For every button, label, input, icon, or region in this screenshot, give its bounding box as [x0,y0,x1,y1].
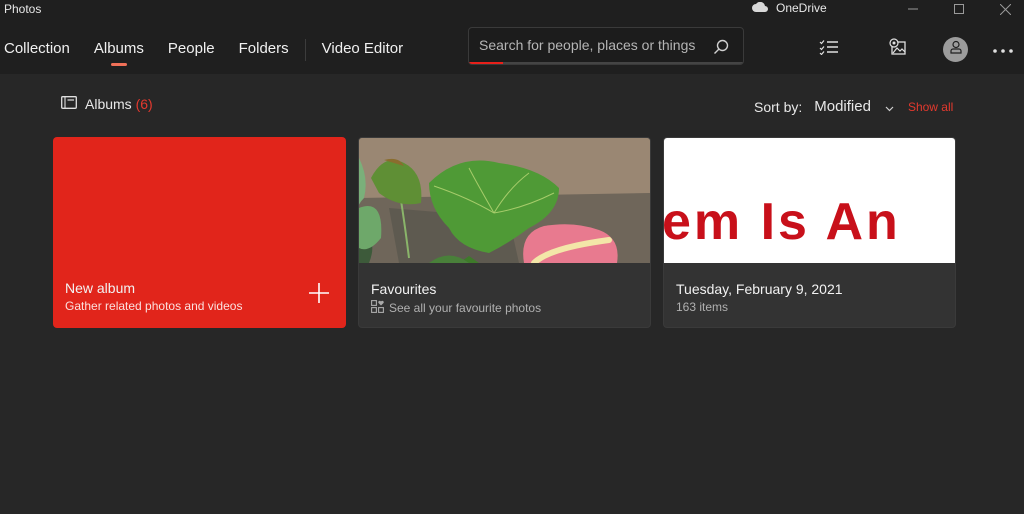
search-input[interactable] [479,37,709,53]
select-button[interactable] [814,34,844,64]
search-loading-bar [469,62,743,64]
thumbnail-text: em Is An [664,193,901,251]
import-button[interactable] [883,34,913,64]
tab-albums[interactable]: Albums [82,36,156,66]
minimize-button[interactable] [890,0,936,18]
album-thumbnail: em Is An [664,138,955,263]
checklist-icon [819,39,839,60]
date-album-card[interactable]: em Is An Tuesday, February 9, 2021 163 i… [663,137,956,328]
cloud-icon [752,1,768,15]
favourites-icon [371,300,384,316]
favourites-album-card[interactable]: Favourites See all your favourite photos [358,137,651,328]
app-title: Photos [4,2,42,16]
album-icon [61,96,77,112]
maximize-button[interactable] [936,0,982,18]
more-options-button[interactable] [988,34,1018,64]
main-nav: Collection Albums People Folders Video E… [0,36,415,66]
section-title: Albums (6) [85,96,153,112]
card-subtitle: Gather related photos and videos [65,299,243,313]
item-count: 163 items [676,300,729,314]
album-thumbnail [359,138,650,263]
sort-label: Sort by: [754,98,803,115]
onedrive-label: OneDrive [776,1,827,15]
close-button[interactable] [982,0,1024,18]
plus-icon [309,283,329,308]
tab-collection[interactable]: Collection [0,36,82,66]
more-icon [993,40,1013,58]
albums-header: Albums (6) [61,96,153,112]
card-subtitle: See all your favourite photos [371,300,541,316]
chevron-down-icon[interactable] [885,99,894,115]
card-title: Favourites [371,281,437,297]
title-bar: Photos OneDrive Collection Albums People… [0,0,1024,74]
show-all-link[interactable]: Show all [908,100,953,114]
nav-divider [304,39,306,61]
search-box[interactable] [468,27,744,65]
search-icon[interactable] [713,39,729,60]
sort-dropdown[interactable]: Modified [814,98,871,115]
person-icon [949,40,963,59]
sort-controls: Sort by: Modified Show all [754,98,953,115]
card-title: Tuesday, February 9, 2021 [676,281,843,297]
new-album-card[interactable]: New album Gather related photos and vide… [53,137,346,328]
onedrive-status[interactable]: OneDrive [752,1,827,15]
card-subtitle: 163 items [676,300,728,314]
tab-people[interactable]: People [156,36,227,66]
image-import-icon [889,37,907,61]
card-title: New album [65,280,136,296]
tab-folders[interactable]: Folders [227,36,301,66]
tab-video-editor[interactable]: Video Editor [310,36,415,66]
account-avatar[interactable] [943,37,968,62]
album-count: (6) [135,96,153,112]
